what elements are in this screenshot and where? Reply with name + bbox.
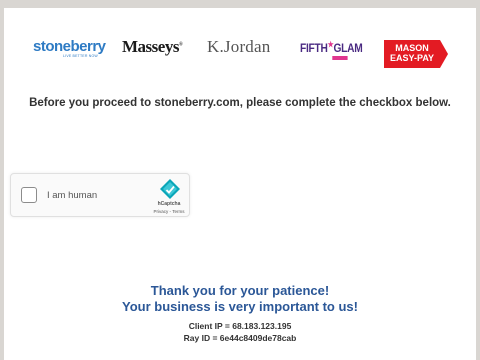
masseys-name: Masseys [122,37,179,56]
hcaptcha-widget: I am human hCaptcha Privacy - Terms [10,173,190,217]
brand-logos: stoneberry LIVE BETTER NOW Masseys® K.Jo… [0,34,480,70]
mason-line2: EASY-PAY [389,53,435,63]
stoneberry-name: stoneberry [33,38,106,55]
privacy-terms-links[interactable]: Privacy - Terms [145,209,193,214]
masseys-logo: Masseys® [122,37,183,56]
hcaptcha-logo-icon [160,179,180,199]
ray-id: Ray ID = 6e44c8409de78cab [183,333,297,343]
mason-line1: MASON [395,43,429,53]
human-checkbox-label[interactable]: I am human [47,190,97,201]
checkbox-notice: Before you proceed to stoneberry.com, pl… [29,97,451,109]
glam-underline [332,56,348,60]
stoneberry-logo: stoneberry LIVE BETTER NOW [33,38,106,58]
kjordan-logo: K.Jordan [207,37,270,57]
fifth-text: FIFTH [300,41,328,55]
client-ip: Client IP = 68.183.123.195 [188,321,292,331]
human-checkbox[interactable] [21,187,37,203]
thanks-line-1: Thank you for your patience! [150,283,330,298]
hcaptcha-brand: hCaptcha [157,201,181,207]
fifth-glam-logo: FIFTH★GLAM [300,40,363,60]
kjordan-name: K.Jordan [207,37,271,56]
thanks-line-2: Your business is very important to us! [122,299,358,314]
glam-text: GLAM [333,41,363,55]
mason-easy-pay-logo: MASON EASY-PAY [384,40,448,68]
